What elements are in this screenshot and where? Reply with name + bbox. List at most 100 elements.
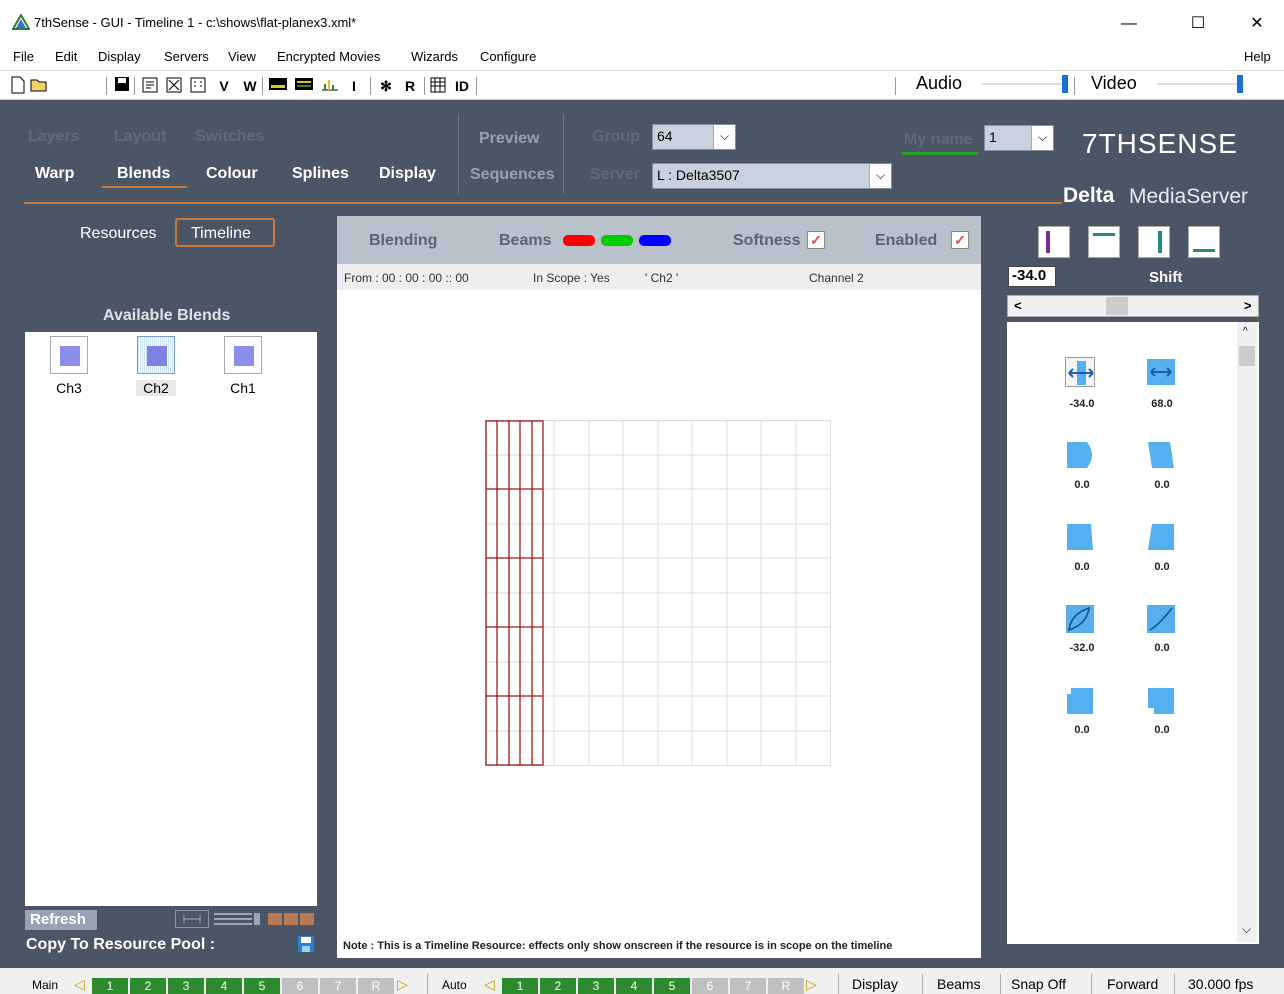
main-btn-3[interactable]: 3	[168, 978, 204, 994]
status-forward[interactable]: Forward	[1107, 976, 1158, 992]
main-btn-4[interactable]: 4	[206, 978, 242, 994]
curve-left-icon[interactable]	[1065, 440, 1095, 470]
r-button[interactable]: R	[400, 76, 420, 96]
video-slider-thumb[interactable]	[1237, 75, 1243, 93]
main-next-arrow[interactable]: ▷	[397, 976, 408, 993]
tab-resources[interactable]: Resources	[80, 225, 156, 243]
skew-left-icon[interactable]	[1146, 440, 1176, 470]
taper-bottom-icon[interactable]	[1146, 522, 1176, 552]
main-btn-5[interactable]: 5	[244, 978, 280, 994]
edge-top-icon[interactable]	[1088, 226, 1120, 258]
w-button[interactable]: W	[240, 76, 260, 96]
main-btn-2[interactable]: 2	[130, 978, 166, 994]
audio-slider-track[interactable]	[982, 83, 1062, 85]
blend-item-ch2[interactable]: Ch2	[136, 336, 176, 396]
tile-view-icon[interactable]	[266, 910, 316, 928]
fit-icon[interactable]	[164, 76, 184, 96]
tab-timeline[interactable]: Timeline	[175, 218, 275, 247]
scroll-thumb[interactable]	[1106, 297, 1128, 315]
audio-slider-thumb[interactable]	[1062, 75, 1068, 93]
blend-item-ch3[interactable]: Ch3	[49, 336, 89, 396]
main-btn-1[interactable]: 1	[92, 978, 128, 994]
vertical-scrollbar[interactable]: ^ ⌵	[1237, 322, 1257, 942]
snowflake-icon[interactable]: ✻	[376, 76, 396, 96]
menu-edit[interactable]: Edit	[55, 49, 77, 64]
new-file-icon[interactable]	[8, 76, 28, 96]
main-btn-7[interactable]: 7	[320, 978, 356, 994]
resize-icon[interactable]	[175, 910, 209, 928]
auto-btn-5[interactable]: 5	[654, 978, 690, 994]
status-beams[interactable]: Beams	[937, 976, 981, 992]
auto-btn-3[interactable]: 3	[578, 978, 614, 994]
auto-next-arrow[interactable]: ▷	[806, 976, 817, 993]
nav-display[interactable]: Display	[379, 165, 436, 183]
edge-left-icon[interactable]	[1038, 226, 1070, 258]
h-shift-icon[interactable]	[1065, 357, 1095, 387]
histogram-icon[interactable]	[320, 76, 340, 96]
blends-list[interactable]: Ch3 Ch2 Ch1	[25, 332, 317, 906]
menu-encrypted-movies[interactable]: Encrypted Movies	[277, 49, 380, 64]
scroll-thumb[interactable]	[1239, 346, 1255, 366]
server-select[interactable]: L : Delta3507 ⌵	[652, 163, 892, 189]
gamma-line-icon[interactable]	[1146, 604, 1176, 634]
auto-btn-1[interactable]: 1	[502, 978, 538, 994]
menu-wizards[interactable]: Wizards	[411, 49, 458, 64]
beam-green-toggle[interactable]	[601, 235, 633, 246]
blend-grid-canvas[interactable]	[485, 420, 833, 768]
softness-checkbox[interactable]: ✓	[807, 231, 825, 249]
nav-switches[interactable]: Switches	[195, 128, 264, 146]
main-prev-arrow[interactable]: ◁	[74, 976, 85, 993]
corner-top-icon[interactable]	[1065, 686, 1095, 716]
scroll-right-arrow[interactable]: >	[1244, 298, 1252, 313]
corner-bottom-icon[interactable]	[1146, 686, 1176, 716]
auto-btn-r[interactable]: R	[768, 978, 804, 994]
status-display[interactable]: Display	[852, 976, 898, 992]
nav-preview[interactable]: Preview	[479, 130, 539, 148]
menu-configure[interactable]: Configure	[480, 49, 536, 64]
nav-layout[interactable]: Layout	[114, 128, 166, 146]
menu-display[interactable]: Display	[98, 49, 141, 64]
auto-prev-arrow[interactable]: ◁	[484, 976, 495, 993]
main-btn-r[interactable]: R	[358, 978, 394, 994]
nav-layers[interactable]: Layers	[28, 128, 80, 146]
status-snap[interactable]: Snap Off	[1011, 976, 1066, 992]
auto-btn-4[interactable]: 4	[616, 978, 652, 994]
blend-item-ch1[interactable]: Ch1	[223, 336, 263, 396]
shift-scrollbar[interactable]: < >	[1007, 295, 1259, 317]
auto-btn-6[interactable]: 6	[692, 978, 728, 994]
menu-file[interactable]: File	[13, 49, 34, 64]
nav-blends[interactable]: Blends	[117, 165, 170, 183]
auto-btn-2[interactable]: 2	[540, 978, 576, 994]
open-folder-icon[interactable]	[30, 76, 50, 96]
edge-right-icon[interactable]	[1138, 226, 1170, 258]
nav-colour[interactable]: Colour	[206, 165, 258, 183]
close-button[interactable]: ✕	[1234, 10, 1280, 40]
id-button[interactable]: ID	[452, 76, 472, 96]
main-btn-6[interactable]: 6	[282, 978, 318, 994]
save-icon[interactable]	[297, 935, 315, 953]
menu-help[interactable]: Help	[1244, 49, 1271, 64]
enabled-checkbox[interactable]: ✓	[951, 231, 969, 249]
table-icon[interactable]	[428, 76, 448, 96]
video-slider-track[interactable]	[1157, 83, 1237, 85]
h-width-icon[interactable]	[1146, 357, 1176, 387]
nav-sequences[interactable]: Sequences	[470, 166, 554, 184]
menu-view[interactable]: View	[228, 49, 256, 64]
beam-red-toggle[interactable]	[563, 235, 595, 246]
beam-blue-toggle[interactable]	[639, 235, 671, 246]
auto-btn-7[interactable]: 7	[730, 978, 766, 994]
nav-splines[interactable]: Splines	[292, 165, 349, 183]
shift-value-input[interactable]: -34.0	[1008, 266, 1056, 287]
myname-select[interactable]: 1 ⌵	[984, 125, 1054, 151]
bars-icon[interactable]	[268, 76, 288, 96]
edge-bottom-icon[interactable]	[1188, 226, 1220, 258]
nav-warp[interactable]: Warp	[35, 165, 74, 183]
scroll-left-arrow[interactable]: <	[1014, 298, 1022, 313]
taper-top-icon[interactable]	[1065, 522, 1095, 552]
gamma-curve-icon[interactable]	[1065, 604, 1095, 634]
v-button[interactable]: V	[214, 76, 234, 96]
group-select[interactable]: 64 ⌵	[652, 124, 736, 150]
color-bars-icon[interactable]	[294, 76, 314, 96]
menu-servers[interactable]: Servers	[164, 49, 209, 64]
save-icon[interactable]	[112, 76, 132, 96]
